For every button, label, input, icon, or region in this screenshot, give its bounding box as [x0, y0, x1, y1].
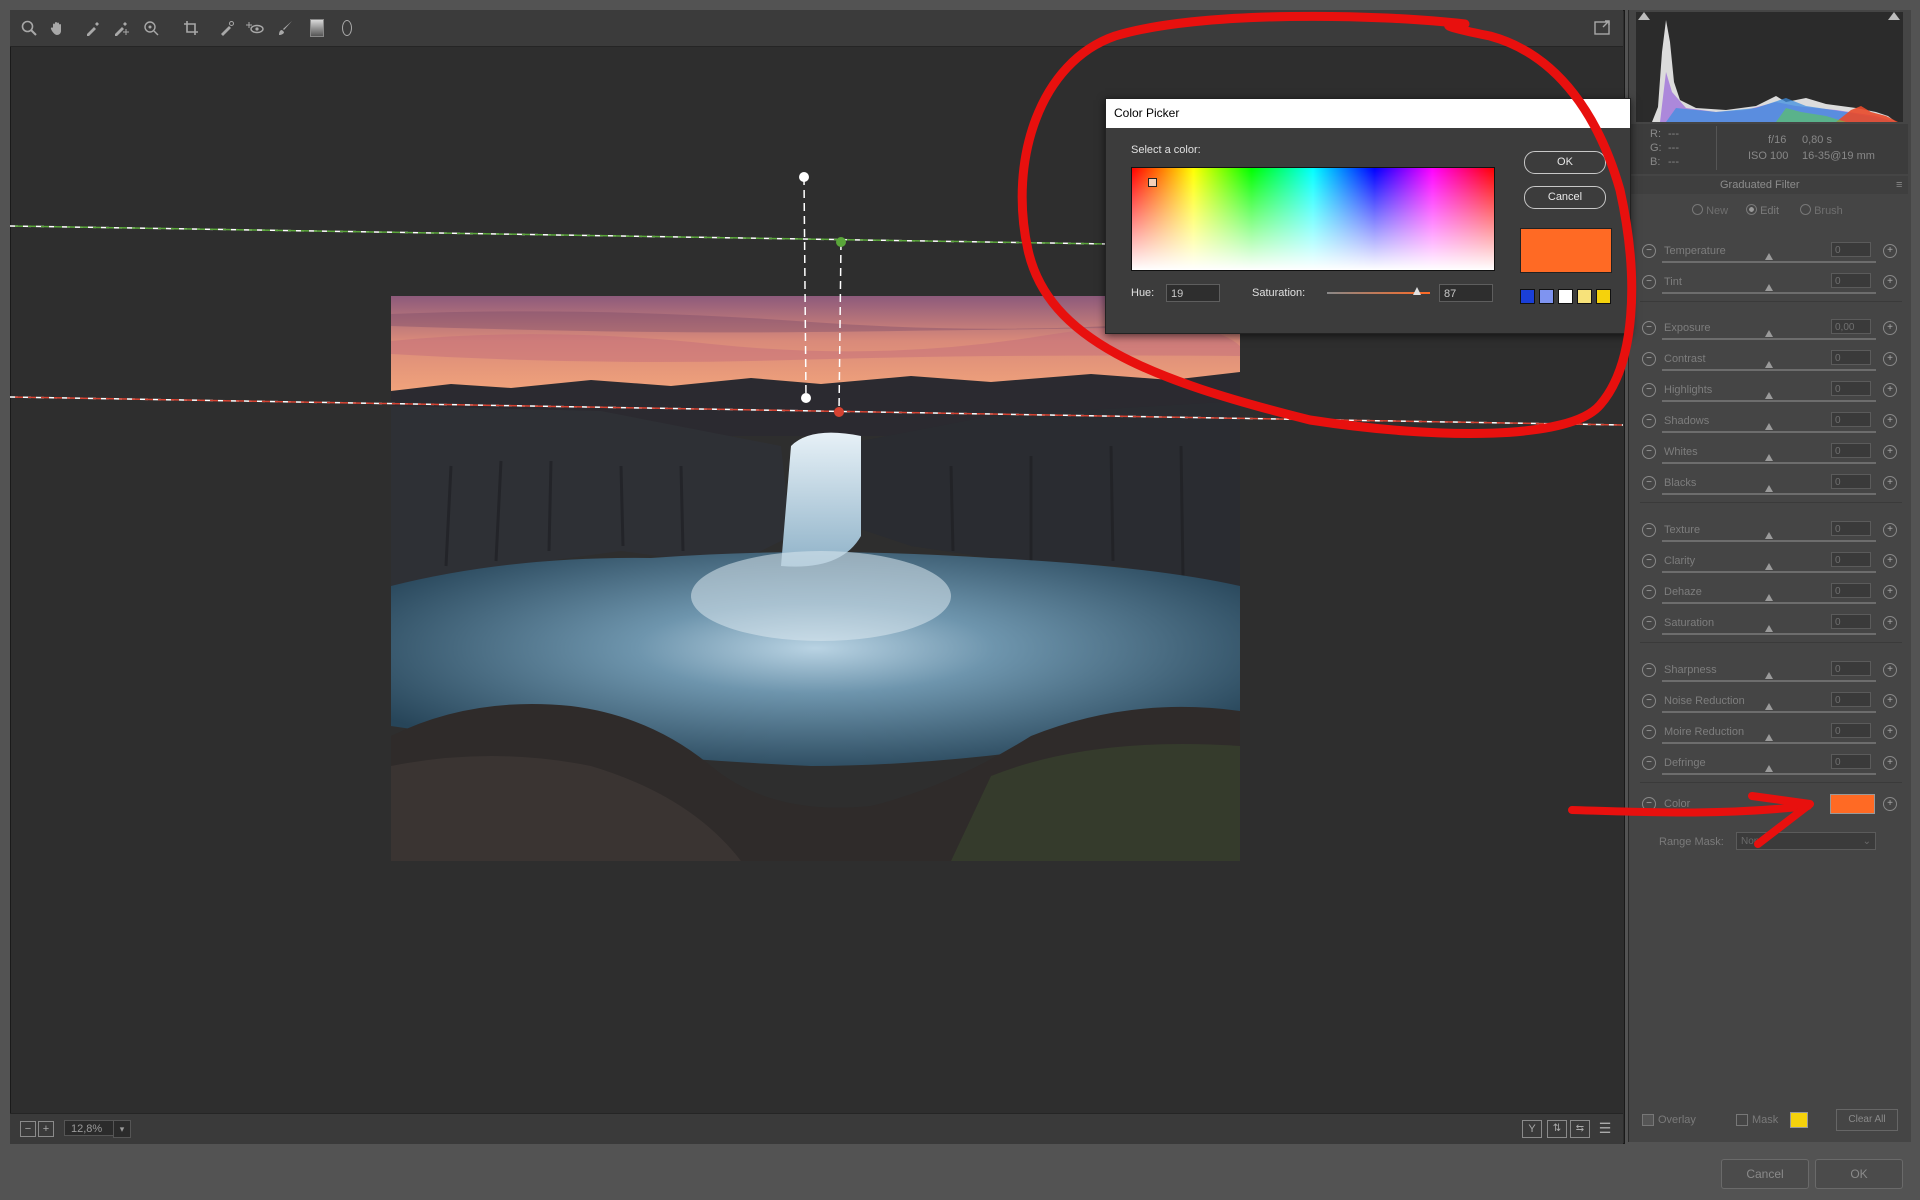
annotation-layer: [1017, 11, 1814, 848]
annotation-arrow-shaft: [1568, 802, 1812, 817]
annotation-circle: [1017, 11, 1637, 438]
annotation-arrow-head: [1748, 792, 1814, 848]
